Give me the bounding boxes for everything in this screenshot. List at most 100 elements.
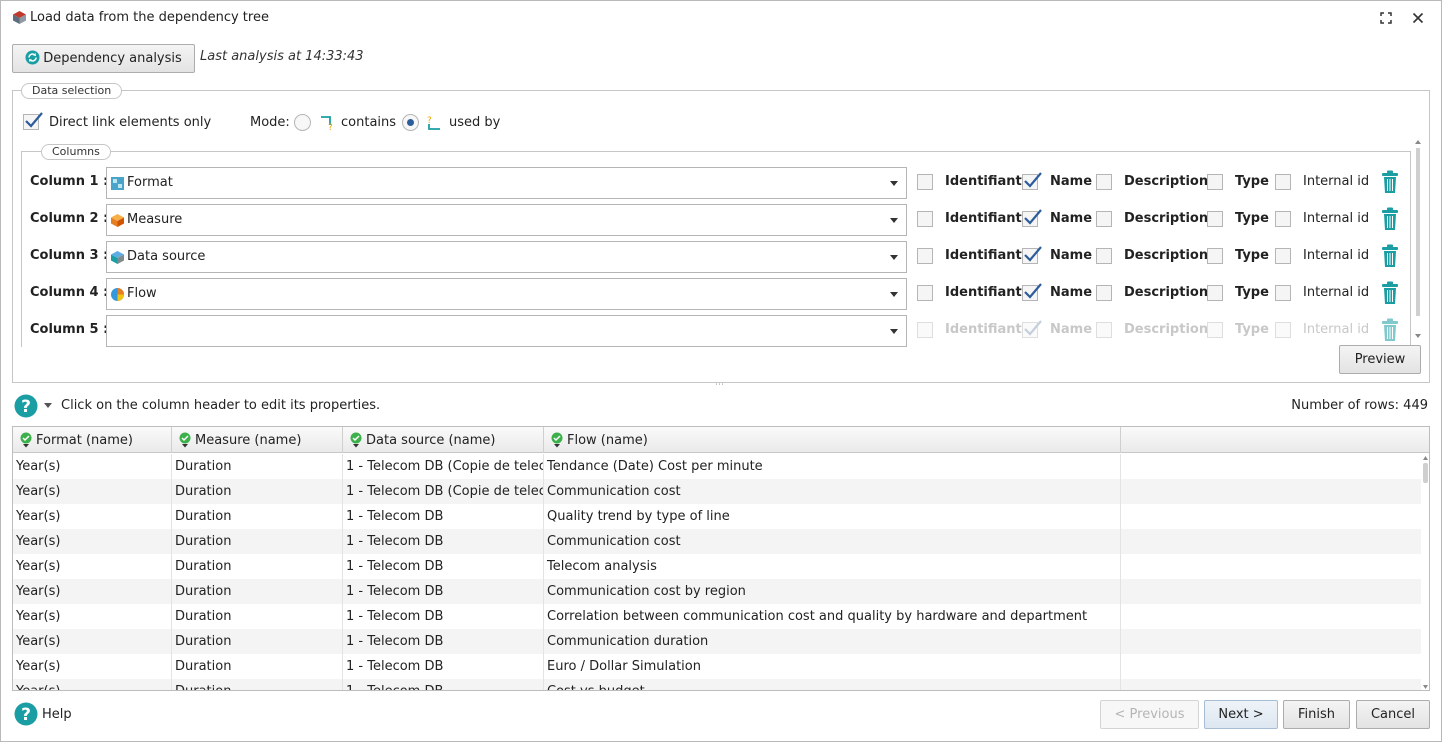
table-row[interactable]: Year(s) Duration 1 - Telecom DB Correlation… (13, 604, 1421, 629)
contains-radio[interactable] (294, 114, 311, 131)
app-cube-icon (13, 11, 26, 24)
table-cell: 1 - Telecom DB (343, 654, 544, 679)
table-cell: Year(s) (13, 554, 172, 579)
delete-column-icon[interactable] (1381, 207, 1399, 231)
grid-column-header[interactable]: Measure (name) (172, 427, 343, 453)
help-link[interactable]: Help (42, 707, 72, 722)
description-checkbox[interactable] (1096, 211, 1112, 227)
column-type-select[interactable]: Flow (106, 278, 907, 310)
identifiant-checkbox[interactable] (917, 174, 933, 190)
used-by-label: used by (449, 115, 501, 130)
description-checkbox[interactable] (1096, 248, 1112, 264)
table-cell: 1 - Telecom DB (343, 604, 544, 629)
type-checkbox[interactable] (1207, 211, 1223, 227)
table-row[interactable]: Year(s) Duration 1 - Telecom DB Telecom ana… (13, 554, 1421, 579)
help-bottom-icon[interactable]: ? (14, 702, 38, 726)
grid-scrollbar[interactable] (1421, 454, 1430, 691)
help-menu-arrow-icon[interactable] (44, 403, 52, 408)
grid-column-header[interactable]: Data source (name) (343, 427, 544, 453)
internal-id-checkbox[interactable] (1275, 211, 1291, 227)
name-checkbox[interactable] (1022, 209, 1042, 227)
column-type-value: Format (127, 175, 173, 190)
name-checkbox[interactable] (1022, 172, 1042, 190)
type-checkbox[interactable] (1207, 285, 1223, 301)
identifiant-label: Identifiant (945, 248, 1022, 263)
chevron-down-icon[interactable] (890, 292, 898, 297)
column-type-select[interactable]: Data source (106, 241, 907, 273)
previous-button[interactable]: < Previous (1100, 700, 1199, 729)
help-icon[interactable]: ? (14, 394, 38, 418)
name-checkbox[interactable] (1022, 283, 1042, 301)
identifiant-checkbox[interactable] (917, 285, 933, 301)
column-check-icon (179, 432, 191, 448)
description-checkbox[interactable] (1096, 174, 1112, 190)
cancel-button[interactable]: Cancel (1356, 700, 1430, 729)
grid-empty-header (1121, 427, 1429, 453)
column-row: Column 4 : Flow Identifiant Name Description… (22, 278, 1402, 310)
hint-text: Click on the column header to edit its p… (61, 398, 381, 413)
table-cell: Year(s) (13, 529, 172, 554)
dependency-analysis-button[interactable]: Dependency analysis (12, 44, 195, 73)
table-cell: Communication cost by region (544, 579, 1121, 604)
table-cell: Year(s) (13, 679, 172, 690)
data-grid: Format (name) Measure (name) Data source (… (12, 426, 1430, 691)
grid-column-header[interactable]: Flow (name) (544, 427, 1121, 453)
chevron-down-icon[interactable] (890, 255, 898, 260)
panel-splitter[interactable]: ⋯ (715, 380, 725, 390)
column-type-select[interactable]: Measure (106, 204, 907, 236)
description-checkbox[interactable] (1096, 285, 1112, 301)
mode-label: Mode: (250, 115, 290, 130)
used-by-radio[interactable] (402, 114, 419, 131)
column-row: Column 5 : Identifiant Name Description Type… (22, 315, 1402, 347)
table-row[interactable]: Year(s)Duration1 - Telecom DBCost vs bud… (13, 679, 1421, 690)
chevron-down-icon[interactable] (890, 181, 898, 186)
table-cell: Duration (172, 454, 343, 479)
columns-legend: Columns (41, 144, 111, 160)
table-row[interactable]: Year(s) Duration 1 - Telecom DB (Copie de … (13, 454, 1421, 479)
type-checkbox[interactable] (1207, 248, 1223, 264)
table-row[interactable]: Year(s) Duration 1 - Telecom DB (Copie de … (13, 479, 1421, 504)
next-button[interactable]: Next > (1204, 700, 1278, 729)
delete-column-icon[interactable] (1381, 170, 1399, 194)
table-cell: 1 - Telecom DB (Copie de telecom.xls) (343, 454, 544, 479)
table-row[interactable]: Year(s) Duration 1 - Telecom DB Communicati… (13, 529, 1421, 554)
direct-link-label: Direct link elements only (49, 115, 212, 130)
name-checkbox[interactable] (1022, 246, 1042, 264)
columns-scrollbar[interactable] (1413, 139, 1423, 339)
column-type-select[interactable] (106, 315, 907, 347)
table-row[interactable]: Year(s) Duration 1 - Telecom DB Communicati… (13, 579, 1421, 604)
close-icon[interactable] (1409, 9, 1427, 27)
table-row[interactable]: Year(s) Duration 1 - Telecom DB Euro / Doll… (13, 654, 1421, 679)
chevron-down-icon[interactable] (890, 329, 898, 334)
type-checkbox[interactable] (1207, 174, 1223, 190)
delete-column-icon[interactable] (1381, 318, 1399, 342)
identifiant-checkbox[interactable] (917, 211, 933, 227)
title-bar: Load data from the dependency tree (1, 1, 1441, 35)
last-analysis-text: Last analysis at 14:33:43 (200, 49, 364, 64)
table-row[interactable]: Year(s) Duration 1 - Telecom DB Quality tre… (13, 504, 1421, 529)
internal-id-checkbox[interactable] (1275, 248, 1291, 264)
data-selection-legend: Data selection (21, 83, 123, 99)
table-cell: Communication cost (544, 479, 1121, 504)
internal-id-checkbox[interactable] (1275, 174, 1291, 190)
internal-id-checkbox[interactable] (1275, 285, 1291, 301)
table-cell: 1 - Telecom DB (343, 504, 544, 529)
finish-button[interactable]: Finish (1283, 700, 1350, 729)
identifiant-checkbox[interactable] (917, 248, 933, 264)
direct-link-checkbox[interactable] (23, 112, 43, 130)
contains-label: contains (341, 115, 397, 130)
maximize-icon[interactable] (1377, 9, 1395, 27)
format-icon (111, 177, 124, 190)
table-row[interactable]: Year(s) Duration 1 - Telecom DB Communicati… (13, 629, 1421, 654)
delete-column-icon[interactable] (1381, 244, 1399, 268)
preview-button[interactable]: Preview (1339, 345, 1421, 374)
column-row: Column 3 : Data source Identifiant Name Desc… (22, 241, 1402, 273)
table-cell: 1 - Telecom DB (343, 529, 544, 554)
grid-column-header[interactable]: Format (name) (13, 427, 172, 453)
table-cell: 1 - Telecom DB (343, 579, 544, 604)
column-type-select[interactable]: Format (106, 167, 907, 199)
identifiant-label: Identifiant (945, 285, 1022, 300)
column-label: Column 5 : (30, 322, 109, 337)
delete-column-icon[interactable] (1381, 281, 1399, 305)
chevron-down-icon[interactable] (890, 218, 898, 223)
